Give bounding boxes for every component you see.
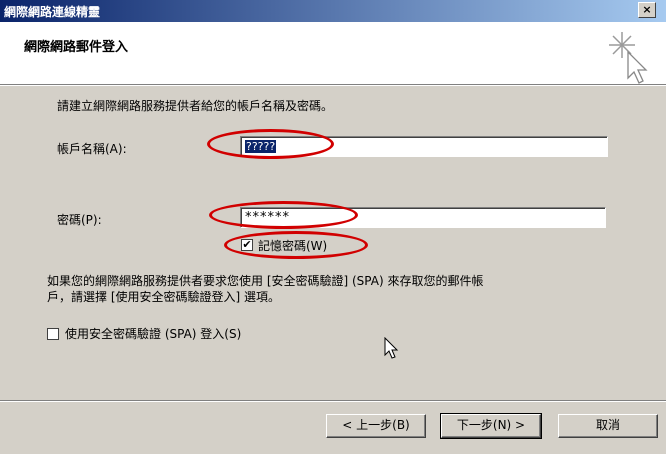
header-divider xyxy=(0,84,666,86)
window-title: 網際網路連線精靈 xyxy=(4,5,101,19)
footer-divider xyxy=(0,400,666,402)
annotation-circle-account xyxy=(207,129,334,159)
intro-text: 請建立網際網路服務提供者給您的帳戶名稱及密碼。 xyxy=(57,99,334,113)
wizard-sparkle-icon xyxy=(609,32,648,84)
page-title: 網際網路郵件登入 xyxy=(24,40,129,55)
close-button[interactable]: × xyxy=(638,2,656,18)
account-label: 帳戶名稱(A): xyxy=(57,142,127,156)
spa-note-line-2: 戶，請選擇 [使用安全密碼驗證登入] 選項。 xyxy=(47,290,280,304)
password-label: 密碼(P): xyxy=(57,213,102,227)
mouse-cursor-icon xyxy=(384,337,399,359)
back-button[interactable]: < 上一步(B) xyxy=(326,414,426,438)
annotation-circle-password xyxy=(209,201,358,229)
annotation-circle-remember xyxy=(224,231,368,259)
wizard-header: 網際網路郵件登入 xyxy=(0,22,666,84)
title-bar: 網際網路連線精靈 × xyxy=(0,0,666,22)
spa-checkbox[interactable] xyxy=(47,328,59,340)
cancel-button[interactable]: 取消 xyxy=(558,414,658,438)
next-button[interactable]: 下一步(N) > xyxy=(440,413,542,439)
spa-label[interactable]: 使用安全密碼驗證 (SPA) 登入(S) xyxy=(65,325,241,342)
spa-note-line-1: 如果您的網際網路服務提供者要求您使用 [安全密碼驗證] (SPA) 來存取您的郵… xyxy=(47,274,484,288)
